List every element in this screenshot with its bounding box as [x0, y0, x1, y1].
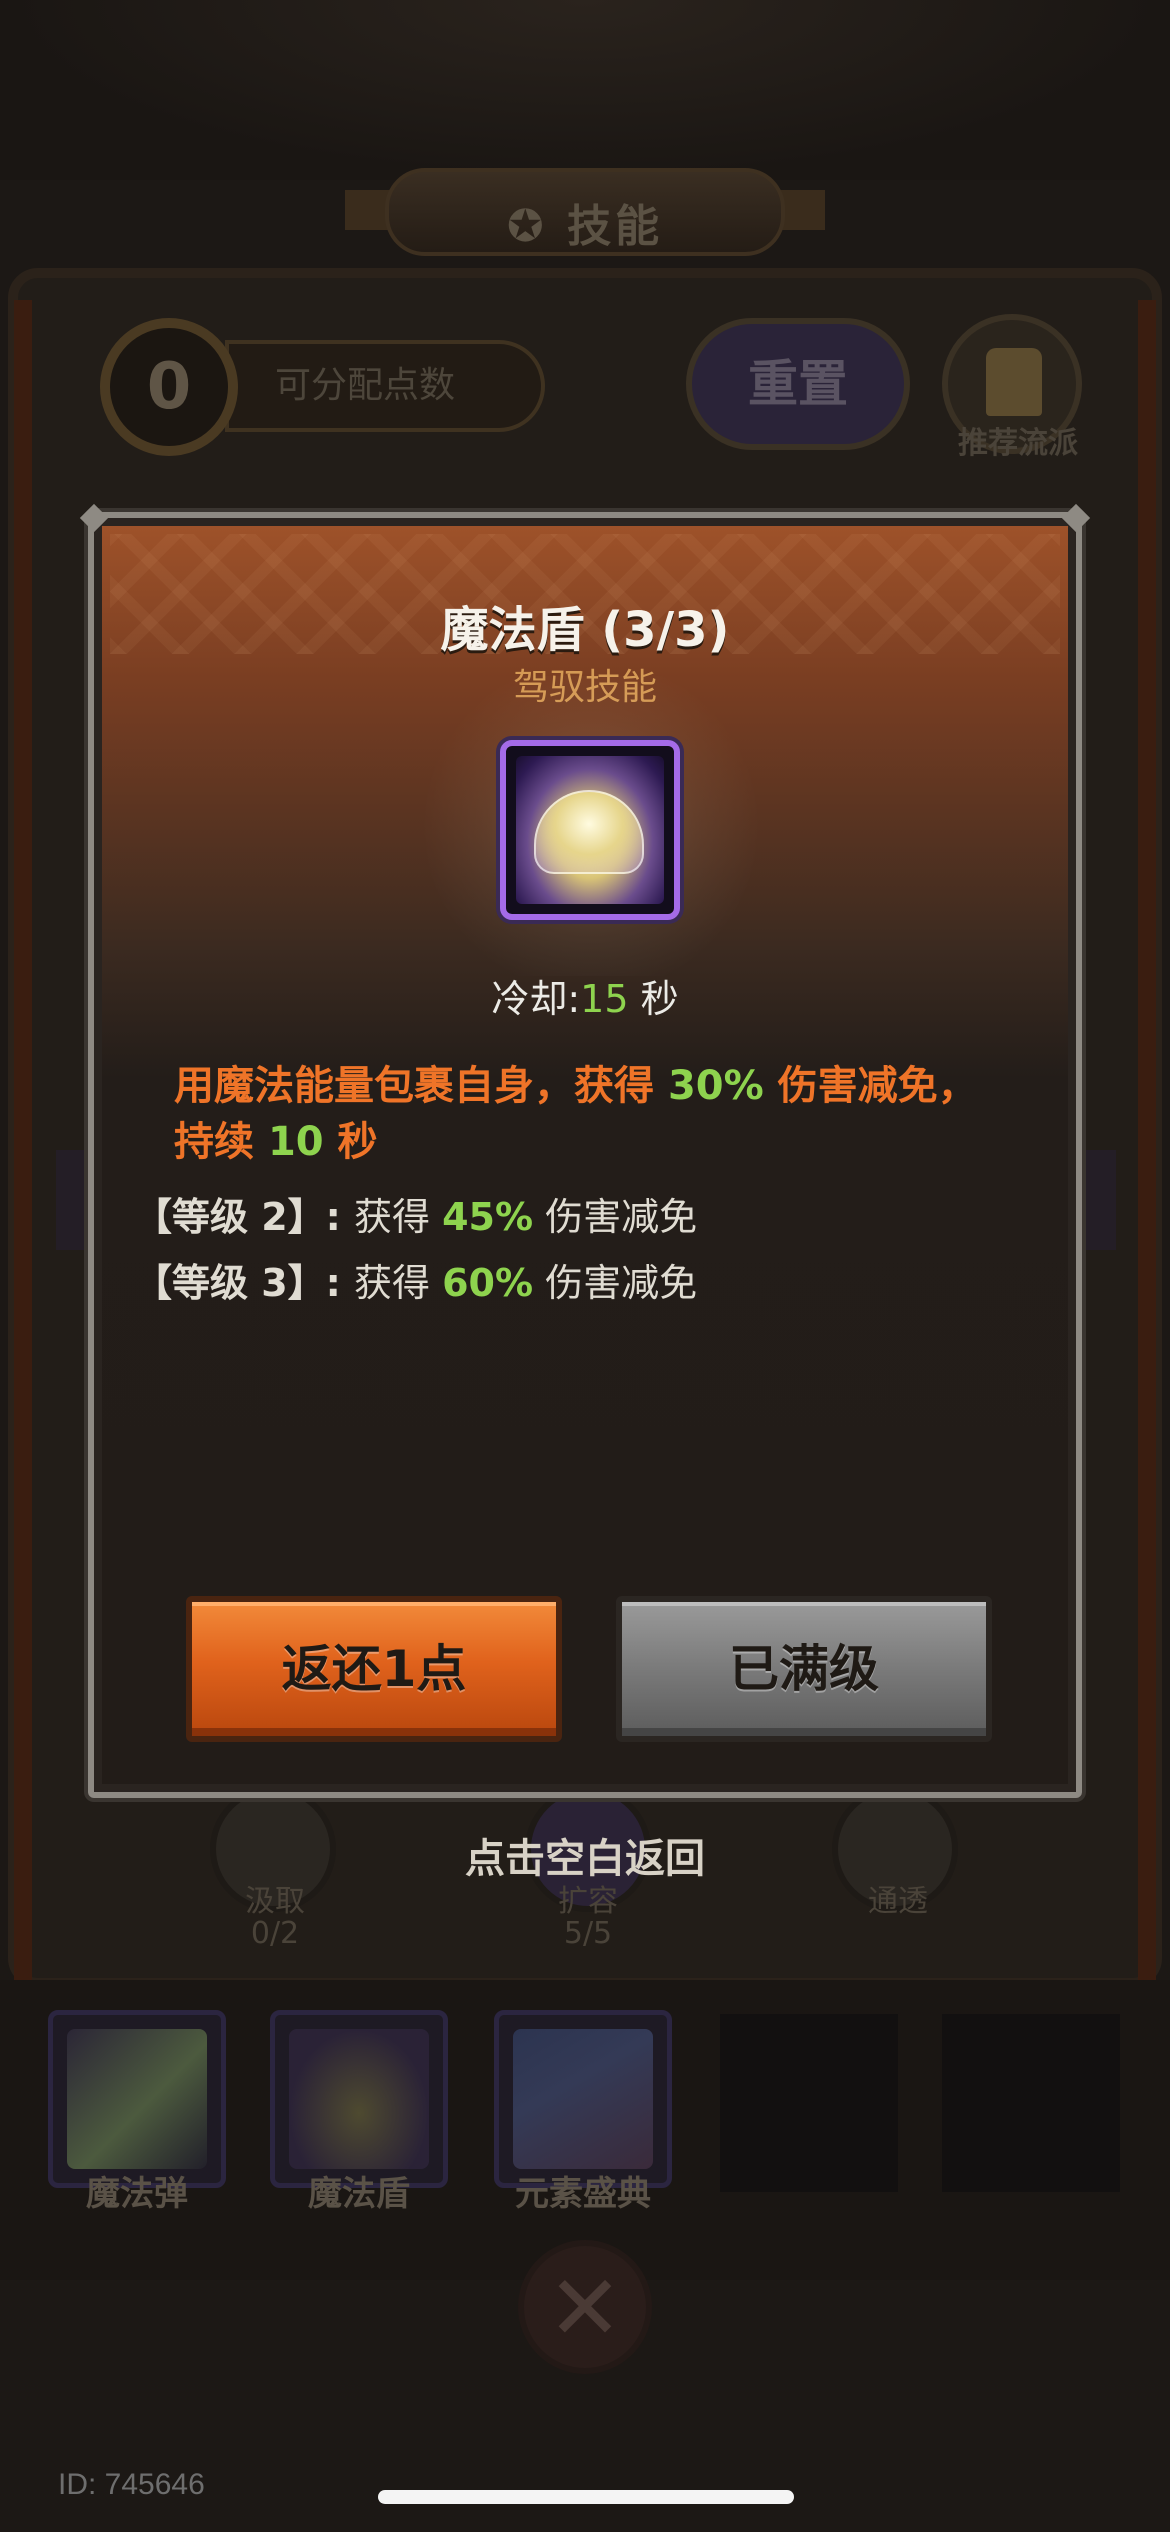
home-indicator[interactable]	[378, 2490, 794, 2504]
player-id: ID: 745646	[58, 2468, 205, 2501]
slot-label: 魔法弹	[86, 2174, 188, 2214]
cooldown-text: 冷却:15 秒	[491, 977, 679, 1021]
equipped-slot-element-feast[interactable]	[494, 2010, 672, 2188]
shield-dome	[534, 790, 644, 874]
equipped-slot-magic-shield[interactable]	[270, 2010, 448, 2188]
panel-side-right	[1138, 300, 1156, 1980]
equipped-slot-empty[interactable]	[720, 2014, 898, 2192]
level-value: 45%	[442, 1195, 534, 1239]
tap-to-return-hint: 点击空白返回	[465, 1836, 705, 1882]
page-title: ✪ 技能	[506, 201, 664, 252]
tree-node-count: 5/5	[563, 1916, 613, 1951]
skill-name: 魔法盾 (3/3)	[440, 602, 730, 658]
tree-node-count: 0/2	[250, 1916, 300, 1951]
level-label: 【等级 2】:	[134, 1195, 341, 1239]
duration-value: 10	[267, 1119, 324, 1165]
magic-bolt-icon	[67, 2029, 207, 2169]
reset-button[interactable]: 重置	[686, 318, 910, 450]
max-level-button[interactable]: 已满级	[616, 1596, 992, 1742]
level-2-effect: 【等级 2】: 获得 45% 伤害减免	[134, 1186, 697, 1241]
damage-reduction-value: 30%	[667, 1063, 764, 1109]
element-feast-icon	[513, 2029, 653, 2169]
skill-detail-dialog: 魔法盾 (3/3) 驾驭技能 冷却:15 秒 用魔法能量包裹自身，获得 30% …	[79, 503, 1091, 1798]
thumbs-up-icon	[986, 348, 1042, 416]
close-button[interactable]: ✕	[518, 2240, 652, 2374]
panel-side-left	[14, 300, 32, 1980]
title-plate: ✪ 技能	[385, 168, 785, 256]
recommend-build-label: 推荐流派	[958, 426, 1078, 461]
slot-label: 魔法盾	[308, 2174, 410, 2214]
level-value: 60%	[442, 1261, 534, 1305]
points-label: 可分配点数	[225, 340, 545, 432]
level-3-effect: 【等级 3】: 获得 60% 伤害减免	[134, 1252, 697, 1307]
close-icon: ✕	[547, 2256, 623, 2361]
cooldown-value: 15	[580, 977, 629, 1021]
slot-label: 元素盛典	[515, 2174, 651, 2214]
refund-point-button[interactable]: 返还1点	[186, 1596, 562, 1742]
magic-shield-icon	[289, 2029, 429, 2169]
top-decoration	[0, 0, 1170, 180]
skill-icon-frame	[500, 740, 680, 920]
magic-shield-icon	[516, 756, 664, 904]
skill-description: 用魔法能量包裹自身，获得 30% 伤害减免，持续 10 秒	[174, 1063, 978, 1165]
available-points: 0	[100, 318, 238, 456]
equipped-slot-empty[interactable]	[942, 2014, 1120, 2192]
equipped-slot-magic-bolt[interactable]	[48, 2010, 226, 2188]
level-label: 【等级 3】:	[134, 1261, 341, 1305]
